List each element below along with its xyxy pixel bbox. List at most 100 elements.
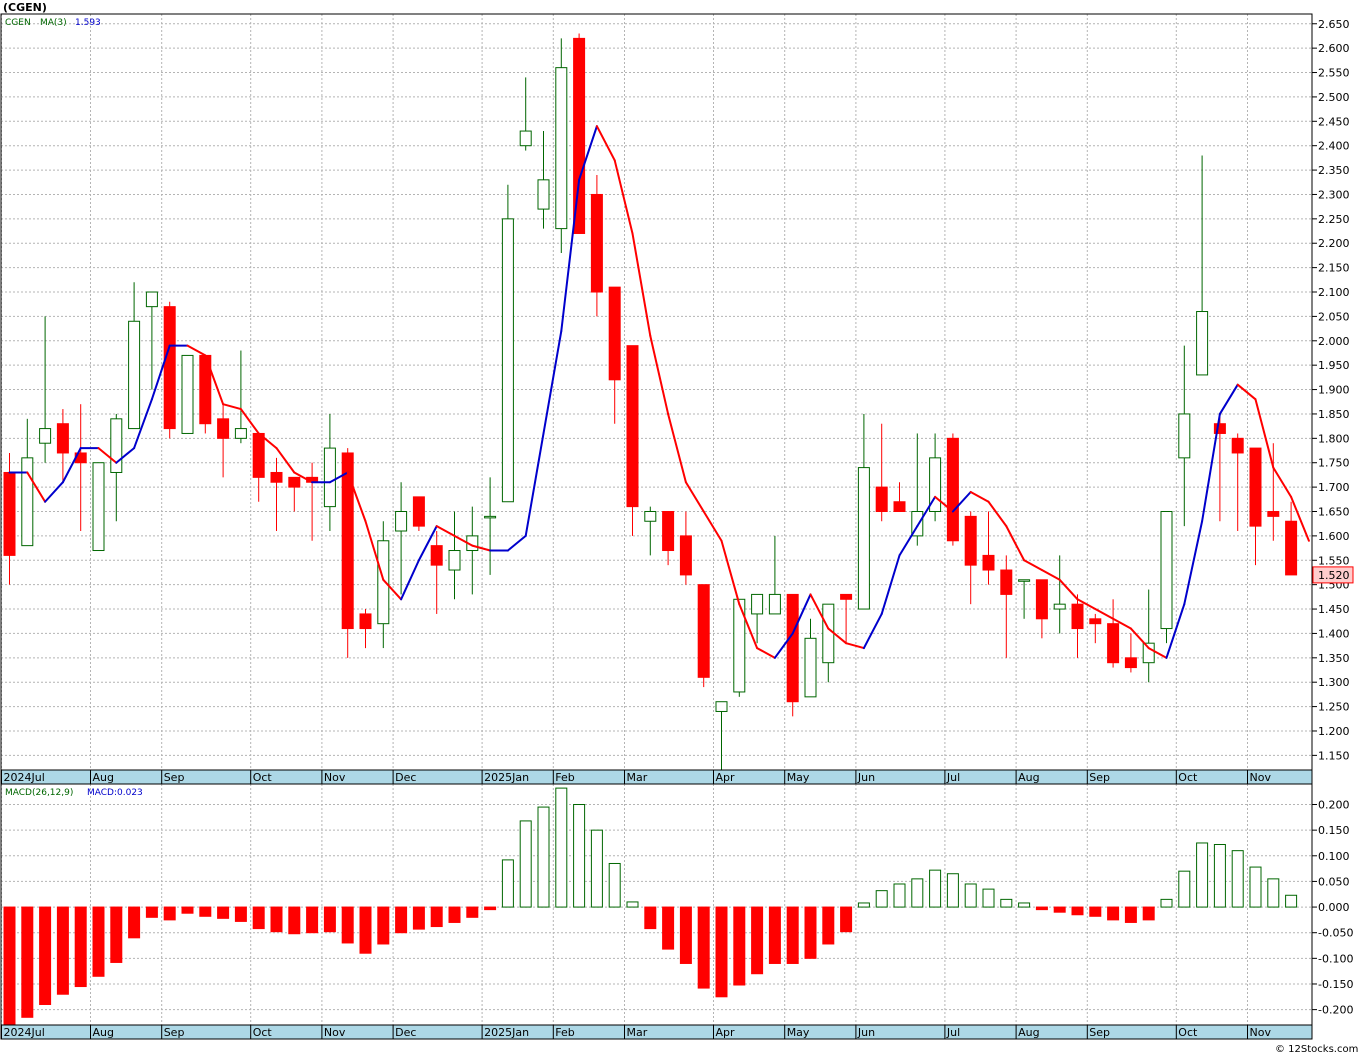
macd-bar <box>1000 898 1013 908</box>
candle-body <box>1071 603 1084 630</box>
ma-value: 1.593 <box>75 18 101 28</box>
macd-bar <box>466 906 479 918</box>
candle-body <box>964 515 977 566</box>
candle-body <box>39 428 52 444</box>
macd-bar <box>21 906 34 1018</box>
stock-chart: 1.1501.2001.2501.3001.3501.4001.4501.500… <box>0 0 1360 1056</box>
candle-body <box>1231 437 1244 454</box>
price-y-tick-label: 1.550 <box>1318 554 1350 567</box>
last-price-tag: 1.520 <box>1312 566 1354 584</box>
price-y-tick-label: 1.650 <box>1318 505 1350 518</box>
candle <box>1160 510 1173 644</box>
date-axis-label: Feb <box>555 771 574 784</box>
date-axis-label: Aug <box>93 1026 114 1039</box>
chart-background <box>0 0 1360 1056</box>
macd-bar <box>751 906 764 975</box>
candle-body <box>484 515 497 519</box>
date-axis-label: Sep <box>164 1026 185 1039</box>
candle-body <box>751 593 764 615</box>
macd-bar <box>1160 898 1173 908</box>
macd-bar <box>626 901 639 908</box>
date-axis-label: Aug <box>1018 1026 1039 1039</box>
candle <box>946 433 959 546</box>
candle-body <box>21 457 34 547</box>
date-axis-label: Dec <box>395 771 416 784</box>
candle-body <box>1249 447 1262 527</box>
price-y-tick-label: 2.300 <box>1318 188 1350 201</box>
candle-body <box>1196 311 1209 376</box>
candle-body <box>341 452 354 630</box>
candle-body <box>1000 569 1013 595</box>
macd-bar <box>822 906 835 945</box>
macd-bar <box>1124 906 1137 923</box>
macd-bar <box>412 906 425 930</box>
macd-bar <box>181 906 194 914</box>
macd-bar <box>1196 842 1209 908</box>
candle-body <box>679 535 692 576</box>
candle-body <box>1285 520 1298 576</box>
candle-body <box>982 554 995 571</box>
candle-body <box>857 467 870 610</box>
candle <box>573 33 586 234</box>
macd-y-tick-label: -0.200 <box>1318 1004 1353 1017</box>
macd-bar <box>964 883 977 908</box>
macd-bar <box>74 906 87 988</box>
macd-bar <box>590 829 603 908</box>
price-y-tick-label: 2.150 <box>1318 262 1350 275</box>
chart-title: (CGEN) <box>3 1 47 14</box>
macd-bar <box>395 906 408 934</box>
price-y-tick-label: 2.500 <box>1318 91 1350 104</box>
price-y-tick-label: 2.350 <box>1318 164 1350 177</box>
macd-bar <box>1142 906 1155 921</box>
candle <box>786 593 799 717</box>
macd-bar <box>911 878 924 908</box>
macd-bar <box>608 862 621 908</box>
date-axis-label: Mar <box>627 771 648 784</box>
price-y-tick-label: 1.300 <box>1318 676 1350 689</box>
price-y-tick-label: 2.050 <box>1318 310 1350 323</box>
date-axis-label: Nov <box>324 1026 346 1039</box>
price-y-tick-label: 1.850 <box>1318 408 1350 421</box>
price-y-tick-label: 2.000 <box>1318 335 1350 348</box>
candle-body <box>840 593 853 600</box>
macd-bar <box>893 883 906 908</box>
macd-bar <box>39 906 52 1005</box>
date-axis-label: Oct <box>1178 1026 1198 1039</box>
macd-bar <box>1018 902 1031 908</box>
candle-body <box>270 471 283 483</box>
macd-bar <box>946 873 959 908</box>
price-y-tick-label: 1.600 <box>1318 530 1350 543</box>
macd-bar <box>1089 906 1102 917</box>
macd-bar <box>217 906 230 919</box>
macd-bar <box>270 906 283 933</box>
price-y-tick-label: 2.400 <box>1318 140 1350 153</box>
date-axis-label: Jun <box>857 1026 875 1039</box>
price-y-tick-label: 1.750 <box>1318 457 1350 470</box>
macd-bar <box>929 869 942 908</box>
macd-bar <box>56 906 69 995</box>
macd-bar <box>288 906 301 935</box>
candle-body <box>519 130 532 147</box>
candle-body <box>946 437 959 542</box>
macd-bar <box>1107 906 1120 921</box>
price-y-tick-label: 1.200 <box>1318 725 1350 738</box>
macd-bar <box>323 906 336 933</box>
candle-body <box>110 418 123 473</box>
macd-y-tick-label: 0.050 <box>1318 875 1350 888</box>
candle <box>412 496 425 532</box>
macd-bar <box>359 906 372 954</box>
candle-body <box>128 320 141 430</box>
macd-bar <box>1285 894 1298 908</box>
candle-body <box>395 510 408 532</box>
date-axis-label: Sep <box>1089 771 1110 784</box>
candle-body <box>448 550 461 571</box>
price-y-tick-label: 2.550 <box>1318 67 1350 80</box>
price-y-tick-label: 1.900 <box>1318 384 1350 397</box>
candle-body <box>1178 413 1191 459</box>
date-axis-label: Jul <box>946 1026 960 1039</box>
macd-y-axis: -0.200 -0.150 -0.100 -0.050 0.000 0.050 0.100 0… <box>1312 799 1353 1017</box>
candle <box>341 448 354 658</box>
candle-body <box>359 613 372 630</box>
macd-bar <box>484 906 497 911</box>
date-axis-label: Nov <box>1250 1026 1272 1039</box>
